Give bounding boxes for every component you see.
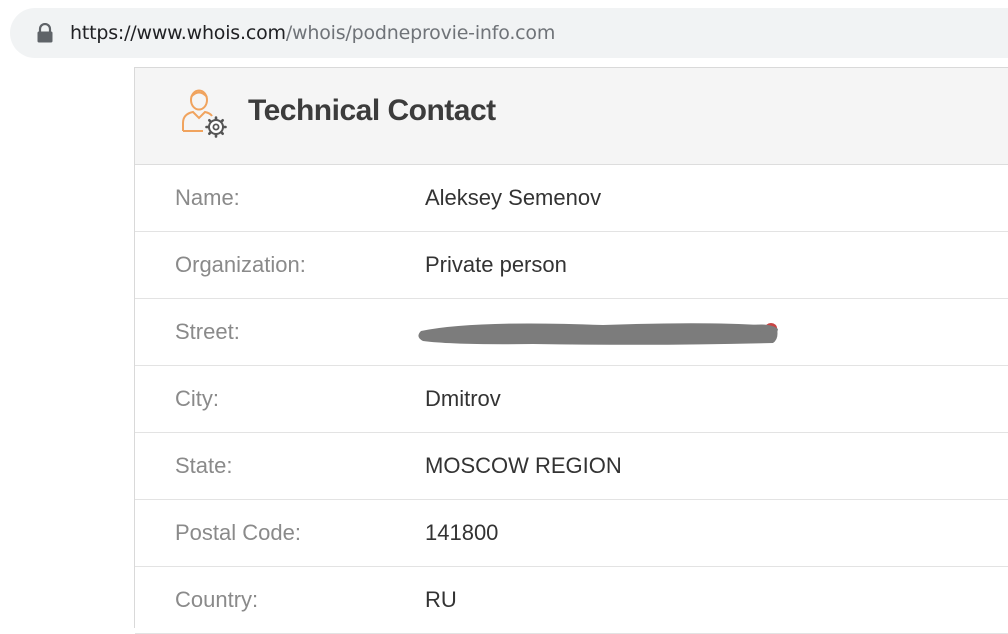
row-state: State: MOSCOW REGION: [135, 433, 1008, 500]
lock-icon[interactable]: [36, 23, 54, 43]
technical-contact-panel: Technical Contact Name: Aleksey Semenov …: [134, 67, 1008, 634]
row-value: Aleksey Semenov: [425, 185, 602, 210]
panel-header: Technical Contact: [135, 68, 1008, 165]
contact-settings-icon: [182, 89, 227, 138]
row-street: Street:: [135, 299, 1008, 366]
row-value: Private person: [425, 252, 567, 277]
row-country: Country: RU: [135, 567, 1008, 634]
url-host: https://www.whois.com: [70, 22, 286, 44]
row-value: Dmitrov: [425, 386, 501, 411]
redaction-mark: [418, 323, 778, 345]
row-label: Street:: [175, 319, 240, 344]
row-label: Name:: [175, 185, 240, 210]
url-path: /whois/podneprovie-info.com: [285, 22, 556, 44]
row-label: Postal Code:: [175, 520, 301, 545]
row-label: State:: [175, 453, 233, 478]
panel-title: Technical Contact: [248, 94, 496, 127]
row-city: City: Dmitrov: [135, 366, 1008, 433]
row-label: Organization:: [175, 252, 306, 277]
browser-address-bar: https://www.whois.com/whois/podneprovie-…: [0, 0, 1008, 64]
row-postal-code: Postal Code: 141800: [135, 500, 1008, 567]
row-label: City:: [175, 386, 219, 411]
row-label: Country:: [175, 587, 259, 612]
contact-fields: Name: Aleksey Semenov Organization: Priv…: [135, 165, 1008, 634]
row-value: RU: [425, 587, 457, 612]
url-text[interactable]: https://www.whois.com/whois/podneprovie-…: [70, 20, 555, 46]
row-value: 141800: [425, 520, 499, 545]
row-name: Name: Aleksey Semenov: [135, 165, 1008, 232]
row-organization: Organization: Private person: [135, 232, 1008, 299]
row-value: MOSCOW REGION: [425, 453, 622, 478]
